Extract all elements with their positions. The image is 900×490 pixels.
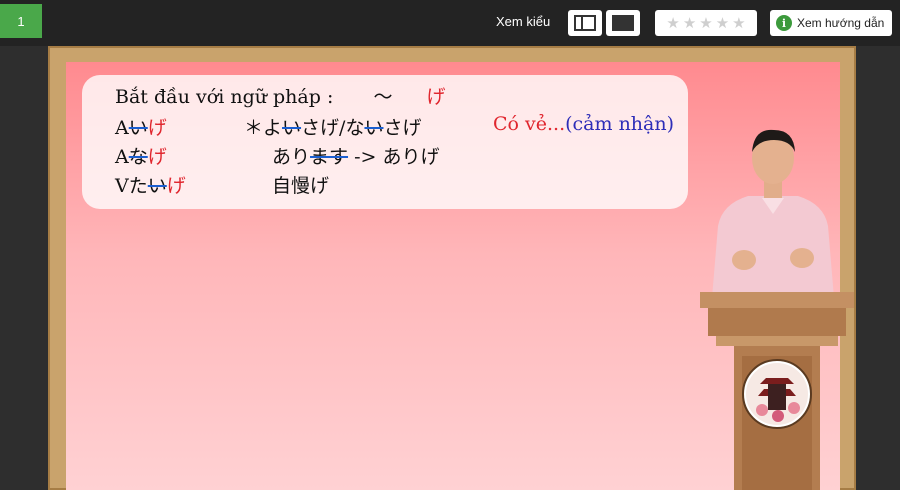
row3-v: V <box>115 175 129 197</box>
row-verb-tai: Vたいげ <box>115 171 186 198</box>
meaning-blue: (cảm nhận) <box>565 113 675 135</box>
row2-na-struck: な <box>128 146 148 168</box>
row3-i-struck: い <box>147 175 167 197</box>
guide-button[interactable]: i Xem hướng dẫn <box>770 10 892 36</box>
guide-button-label: Xem hướng dẫn <box>797 16 885 30</box>
row2-ge: げ <box>147 146 167 168</box>
row1-ex-sage2: さげ <box>383 117 422 139</box>
star-icon[interactable]: ★ <box>732 16 745 31</box>
row1-ex-i-struck: い <box>282 117 302 139</box>
title-text: Bắt đầu với ngữ pháp : <box>115 86 334 108</box>
star-icon[interactable]: ★ <box>699 16 712 31</box>
podium <box>700 292 854 490</box>
row2-ex-ari: あり <box>272 146 311 168</box>
row1-ex-yo: よ <box>263 117 283 139</box>
view-mode-label: Xem kiểu <box>496 14 551 29</box>
lesson-number-tab[interactable]: 1 <box>0 4 42 38</box>
row2-a: A <box>115 146 129 168</box>
meaning-red: Có vẻ... <box>493 113 566 135</box>
row1-ex-i2-struck: い <box>364 117 384 139</box>
row1-example: ＊よいさげ/ないさげ <box>244 113 421 140</box>
row2-example: あります -> ありげ <box>272 142 439 169</box>
top-toolbar: 1 Xem kiểu ★ ★ ★ ★ ★ i Xem hướng dẫn <box>0 0 900 46</box>
full-layout-icon <box>612 15 634 31</box>
row-adj-na: Aなげ <box>115 142 167 169</box>
row1-a: A <box>115 117 129 139</box>
row1-ex-sage: さげ/な <box>301 117 365 139</box>
row1-meaning: Có vẻ...(cảm nhận) <box>493 113 674 135</box>
row3-example: 自慢げ <box>272 171 329 198</box>
row3-ta: た <box>128 175 148 197</box>
star-rating[interactable]: ★ ★ ★ ★ ★ <box>655 10 757 36</box>
title-grammar: げ <box>426 86 446 108</box>
star-icon[interactable]: ★ <box>716 16 729 31</box>
row2-ex-masu-struck: ます <box>310 146 349 168</box>
row3-ex: 自慢げ <box>272 175 330 197</box>
star-icon[interactable]: ★ <box>683 16 696 31</box>
star-icon[interactable]: ★ <box>666 16 679 31</box>
row1-ex-mark: ＊ <box>244 117 264 139</box>
row2-ex-rest: -> ありげ <box>348 146 440 168</box>
row1-ge: げ <box>147 117 167 139</box>
full-view-button[interactable] <box>606 10 640 36</box>
row3-ge: げ <box>166 175 186 197</box>
title-tilde: 〜 <box>373 86 393 108</box>
row1-i-struck: い <box>128 117 148 139</box>
lesson-title: Bắt đầu với ngữ pháp : 〜 げ <box>115 82 446 109</box>
row-adj-i: Aいげ <box>115 113 167 140</box>
info-icon: i <box>776 15 792 31</box>
split-view-button[interactable] <box>568 10 602 36</box>
split-layout-icon <box>574 15 596 31</box>
teacher-figure <box>712 129 834 298</box>
